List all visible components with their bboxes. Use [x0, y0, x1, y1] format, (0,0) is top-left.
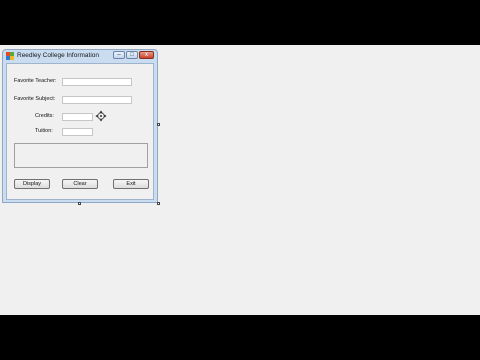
- caption-buttons: – □ x: [112, 51, 154, 60]
- app-icon: [6, 52, 14, 60]
- subject-label: Favorite Subject:: [14, 96, 56, 102]
- credits-textbox[interactable]: [62, 113, 93, 121]
- form-titlebar[interactable]: Reedley College Information – □ x: [3, 50, 157, 62]
- resize-handle-bottom[interactable]: [78, 202, 81, 205]
- subject-textbox[interactable]: [62, 96, 132, 104]
- teacher-textbox[interactable]: [62, 78, 132, 86]
- tuition-textbox[interactable]: [62, 128, 93, 136]
- teacher-label: Favorite Teacher:: [14, 78, 57, 84]
- form-client-area: Favorite Teacher: Favorite Subject: Cred…: [6, 63, 154, 200]
- minimize-icon[interactable]: –: [113, 51, 125, 59]
- form-title: Reedley College Information: [17, 52, 100, 59]
- credits-label: Credits:: [35, 113, 54, 119]
- close-icon[interactable]: x: [139, 51, 154, 59]
- designer-surface: Reedley College Information – □ x Favori…: [0, 45, 480, 315]
- letterbox-top: [0, 0, 480, 45]
- maximize-icon[interactable]: □: [126, 51, 138, 59]
- form-window[interactable]: Reedley College Information – □ x Favori…: [2, 49, 158, 203]
- exit-button[interactable]: Exit: [113, 179, 149, 189]
- tuition-label: Tuition:: [35, 128, 53, 134]
- resize-handle-right[interactable]: [157, 123, 160, 126]
- move-cursor-icon: [95, 110, 107, 122]
- output-box[interactable]: [14, 143, 148, 168]
- resize-handle-corner[interactable]: [157, 202, 160, 205]
- letterbox-bottom: [0, 315, 480, 360]
- display-button[interactable]: Display: [14, 179, 50, 189]
- clear-button[interactable]: Clear: [62, 179, 98, 189]
